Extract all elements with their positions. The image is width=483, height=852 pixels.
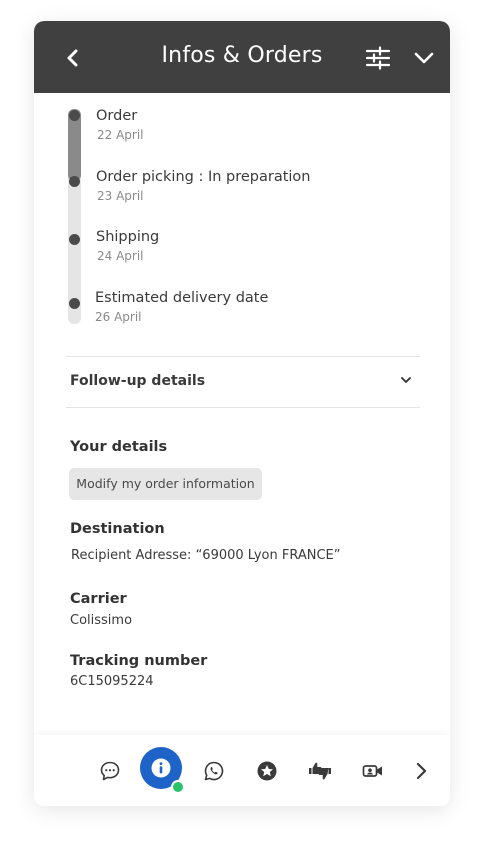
carrier-value: Colissimo [70,613,133,628]
timeline-step-label: Shipping [96,229,160,245]
header: Infos & Orders [34,21,450,93]
filter-button[interactable] [361,41,395,75]
timeline-step-label: Order picking : In preparation [96,169,311,185]
info-icon [151,758,171,778]
feedback-button[interactable] [301,752,339,790]
carrier-title: Carrier [70,591,127,607]
chat-button[interactable] [91,752,129,790]
destination-value: Recipient Adresse: “69000 Lyon FRANCE” [71,548,341,563]
chevron-down-icon [414,52,434,64]
timeline-dot [69,234,80,245]
timeline-step-date: 24 April [97,249,144,263]
timeline-dot [69,298,80,309]
video-call-icon [362,765,382,777]
next-button[interactable] [402,752,440,790]
tracking-value: 6C15095224 [70,674,154,689]
followup-details-toggle[interactable]: Follow-up details [66,357,420,407]
timeline-step-date: 22 April [97,128,144,142]
star-icon [257,761,277,781]
timeline-step-label: Estimated delivery date [95,290,269,306]
chevron-down-icon [401,377,411,383]
followup-label: Follow-up details [70,373,206,389]
orders-widget: Infos & Orders Order 22 April Order pick… [34,21,450,806]
whatsapp-button[interactable] [195,752,233,790]
collapse-button[interactable] [407,41,441,75]
video-call-button[interactable] [354,752,392,790]
chevron-right-icon [416,762,427,780]
rating-button[interactable] [248,752,286,790]
modify-order-button[interactable]: Modify my order information [69,468,262,500]
chat-bubble-icon [100,761,120,781]
sliders-icon [365,46,391,70]
timeline-step-date: 26 April [95,310,142,324]
destination-title: Destination [70,521,165,537]
divider [66,407,420,408]
timeline-dot [69,110,80,121]
timeline-step-date: 23 April [97,189,144,203]
tracking-title: Tracking number [70,653,208,669]
whatsapp-icon [204,761,224,781]
bottom-toolbar [34,735,450,806]
online-status-dot [171,780,185,794]
timeline-step-label: Order [96,108,138,124]
thumbs-up-down-icon [309,762,331,780]
your-details-title: Your details [70,439,168,455]
timeline-dot [69,176,80,187]
